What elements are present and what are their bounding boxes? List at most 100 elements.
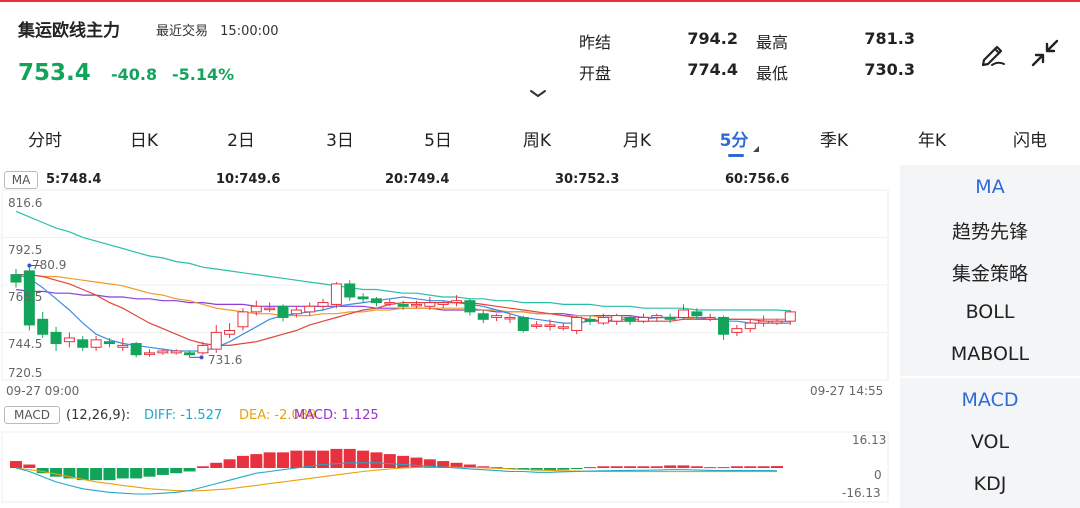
extreme-markers [27,263,204,360]
candle-body [704,316,716,320]
price-tick-4: 744.5 [8,337,43,351]
time-start-label: 09-27 09:00 [6,384,80,398]
macd-bar [10,461,22,468]
indicator-side-panel: MA 趋势先锋 集金策略 BOLL MABOLL MACD VOL KDJ [900,165,1080,508]
min-price-label: 731.6 [208,353,243,367]
macd-bar [223,459,236,468]
candle-body [170,350,182,354]
side-item-boll[interactable]: BOLL [900,301,1080,323]
macd-bar [130,468,143,479]
candle-body [424,302,436,307]
macd-bar [23,464,36,468]
price-tick-2: 792.5 [8,243,43,257]
macd-plot [10,448,783,495]
max-price-label: 780.9 [32,258,67,272]
macd-tick-top: 16.13 [852,433,887,447]
candle-body [397,303,409,307]
side-panel-divider [900,376,1080,378]
macd-bar [397,455,410,468]
price-tick-3: 768.5 [8,290,43,304]
candle-body [103,341,115,345]
candle-body [63,337,75,343]
side-item-vol[interactable]: VOL [900,431,1080,453]
macd-bar [664,465,677,468]
candle-body [197,344,209,354]
candle-body [117,344,129,348]
futures-quote-page: 集运欧线主力 最近交易 15:00:00 753.4 -40.8 -5.14% … [0,0,1080,508]
candle-body [771,320,783,324]
side-item-kdj[interactable]: KDJ [900,473,1080,495]
macd-bar [143,468,156,477]
macd-bar [263,452,276,468]
macd-bar [730,466,743,468]
macd-bar [677,465,690,468]
candle-body [491,315,503,318]
candle-body [130,343,142,356]
candle-body [277,305,289,318]
candle-body [357,296,369,300]
macd-bar [277,452,289,468]
candle-body [531,324,543,327]
macd-bar [330,448,343,468]
side-item-gold-strategy[interactable]: 集金策略 [900,259,1080,286]
macd-bar [116,468,129,479]
ma-indicator-tag[interactable]: MA [4,171,38,189]
candle-body [544,324,556,327]
macd-bar [210,462,223,468]
candle-body [597,316,609,324]
ma5-value: 5:748.4 [46,172,102,187]
side-item-trend-pioneer[interactable]: 趋势先锋 [900,217,1080,244]
candle-body [210,331,222,350]
price-tick-1: 816.6 [8,196,43,210]
candle-body [557,326,569,329]
macd-bar [290,450,303,468]
macd-indicator-tag[interactable]: MACD [4,406,60,424]
macd-bar [570,468,583,469]
candle-body [584,318,596,322]
side-item-macd[interactable]: MACD [900,389,1080,411]
macd-bar [757,466,770,468]
time-end-label: 09-27 14:55 [810,384,884,398]
macd-bar [250,454,263,468]
price-tick-5: 720.5 [8,366,43,380]
candle-body [184,352,196,356]
candle-body [731,328,743,333]
macd-tick-zero: 0 [874,468,882,482]
candle-body [77,339,89,348]
candle-body [330,283,342,305]
macd-bar [744,466,757,468]
candle-body [784,311,796,322]
candle-body [264,307,276,311]
candle-body [90,339,102,348]
candle-body [37,318,49,335]
macd-bar [597,466,610,468]
candle-body [464,300,476,313]
candle-body [477,313,489,320]
macd-bar [690,466,703,468]
candle-body [304,305,316,313]
macd-bar [183,468,196,472]
candle-body [664,316,676,320]
macd-params: (12,26,9): [66,408,131,423]
macd-bar [637,466,650,468]
candle-body [10,274,22,283]
candle-body [624,316,636,322]
macd-bar [650,466,663,468]
candle-body [411,303,422,307]
macd-bar [383,454,396,468]
dea-line [15,466,777,492]
candle-body [758,320,770,324]
macd-bar [357,450,370,468]
candle-body [611,315,623,322]
ma20-value: 20:749.4 [385,172,450,187]
ma60-line [15,210,791,312]
macd-diff: DIFF: -1.527 [144,408,223,423]
candle-body [224,330,236,335]
macd-bar [90,468,103,481]
candle-body [237,311,249,328]
side-item-ma[interactable]: MA [900,176,1080,198]
side-item-maboll[interactable]: MABOLL [900,343,1080,365]
candle-body [290,309,302,315]
candle-body [384,302,396,305]
macd-bar [610,466,623,468]
